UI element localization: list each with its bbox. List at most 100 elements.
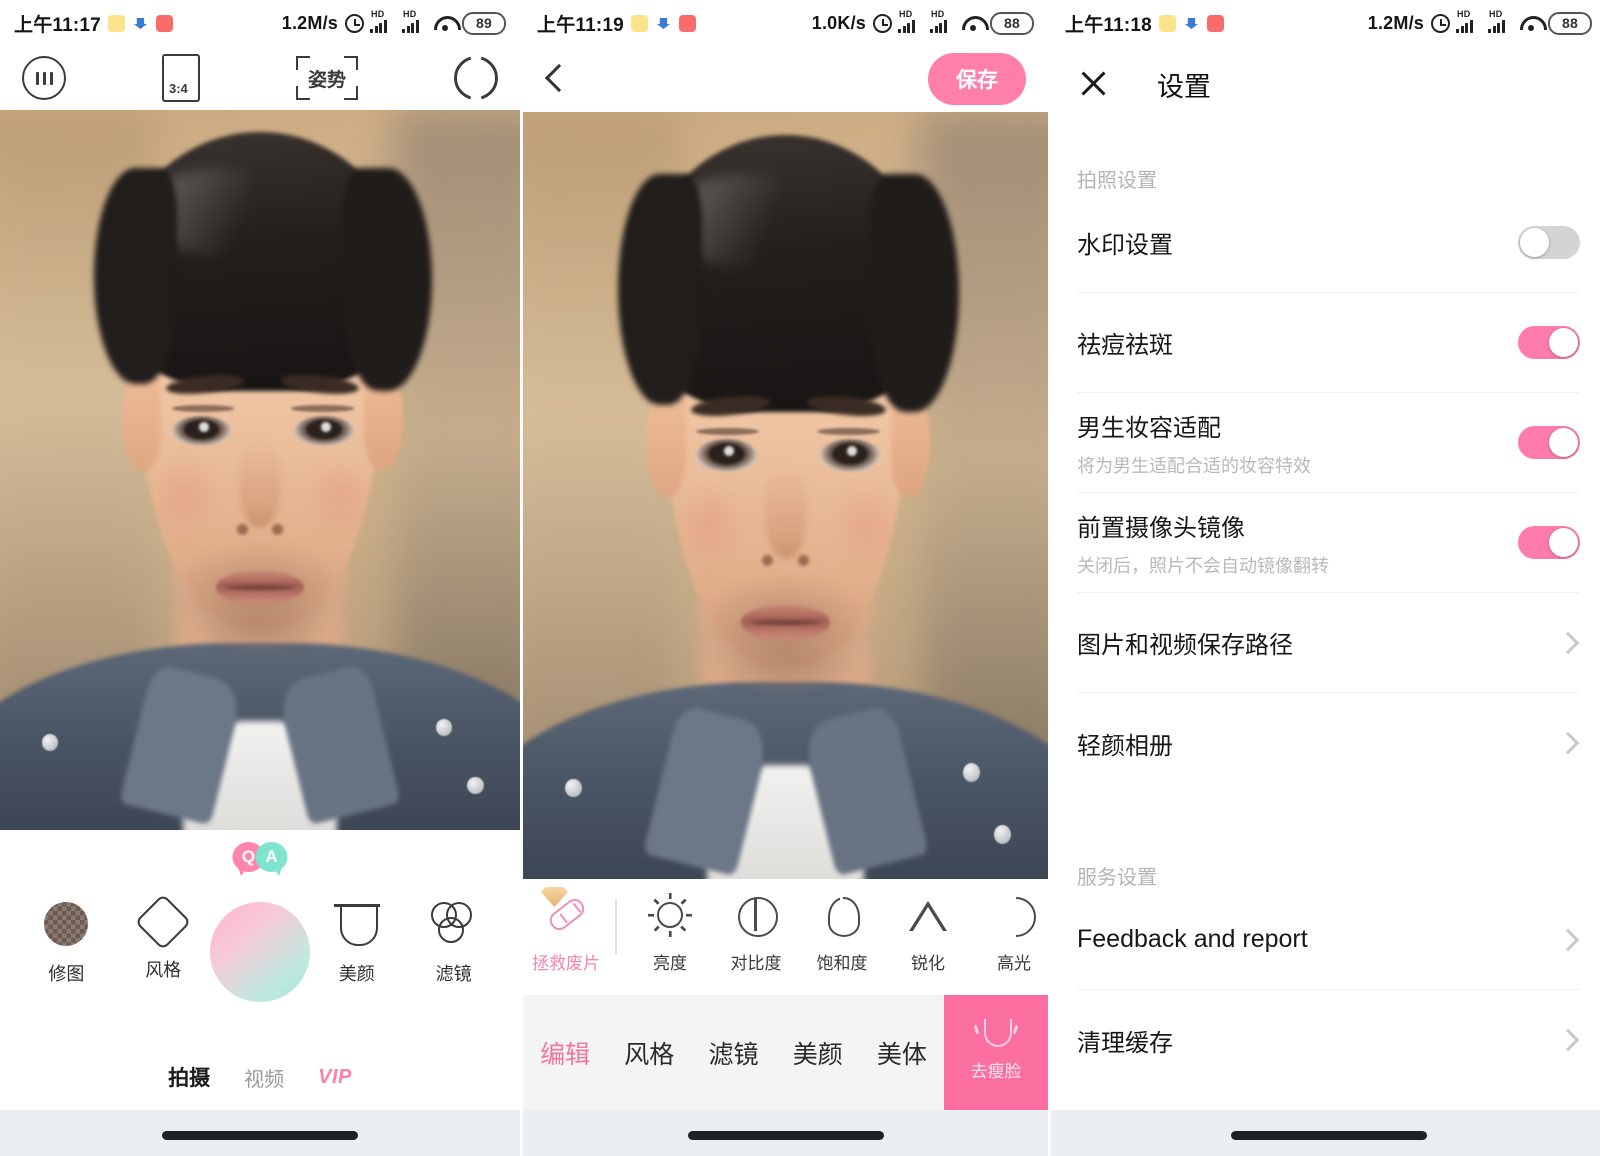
camera-action-label: 修图 [48, 964, 85, 984]
qa-a-bubble: A [255, 842, 288, 872]
flip-camera-icon[interactable] [454, 56, 498, 100]
setting-row-acne-removal[interactable]: 祛痘祛斑 [1077, 293, 1580, 393]
setting-row-clear-cache[interactable]: 清理缓存 [1077, 990, 1580, 1090]
shutter-button[interactable] [209, 902, 310, 1002]
network-speed: 1.2M/s [281, 12, 338, 33]
row-title: 水印设置 [1077, 232, 1173, 259]
tab-edit[interactable]: 编辑 [523, 1035, 607, 1071]
toggle-male-makeup[interactable] [1518, 426, 1580, 459]
tab-beauty[interactable]: 美颜 [776, 1035, 860, 1071]
setting-row-watermark[interactable]: 水印设置 [1077, 193, 1580, 293]
status-bar-editor: 上午11:19 1.0K/s HD HD 88 [523, 0, 1048, 46]
row-text: 清理缓存 [1077, 1023, 1560, 1058]
setting-row-save-path[interactable]: 图片和视频保存路径 [1077, 593, 1580, 693]
slim-face-icon [973, 1019, 1019, 1049]
chevron-left-icon[interactable] [545, 62, 565, 96]
status-left: 上午11:19 [537, 10, 696, 37]
close-icon[interactable] [1079, 69, 1109, 99]
setting-row-feedback[interactable]: Feedback and report [1077, 890, 1580, 990]
row-title: 图片和视频保存路径 [1077, 632, 1293, 659]
status-time: 上午11:19 [537, 14, 624, 36]
tool-label: 亮度 [653, 954, 687, 973]
camera-toolbar: 3:4 姿势 [0, 46, 520, 110]
tool-label: 饱和度 [816, 954, 868, 973]
camera-settings-icon[interactable] [22, 56, 66, 100]
row-text: 前置摄像头镜像 关闭后，照片不会自动镜像翻转 [1077, 508, 1518, 578]
chevron-right-icon [1556, 731, 1580, 755]
tool-divider [615, 899, 617, 955]
tool-label: 对比度 [730, 954, 782, 973]
home-indicator[interactable] [687, 1131, 884, 1140]
camera-shutter[interactable] [209, 902, 310, 1002]
wifi-icon [434, 14, 456, 32]
row-title: 男生妆容适配 [1077, 414, 1221, 442]
status-bar-camera: 上午11:17 1.2M/s HD HD 89 [0, 0, 520, 46]
beauty-face-icon [333, 902, 380, 946]
portrait-image [523, 112, 1048, 882]
aspect-ratio-button[interactable]: 3:4 [162, 54, 200, 102]
home-indicator[interactable] [1230, 1131, 1427, 1140]
wifi-icon [1520, 14, 1542, 32]
tab-video[interactable]: 视频 [244, 1063, 284, 1092]
signal-hd-icon: HD [370, 10, 396, 33]
status-left: 上午11:17 [14, 10, 173, 37]
battery-icon: 88 [990, 11, 1034, 35]
tool-highlight[interactable]: 高光 [971, 893, 1048, 974]
camera-action-label: 风格 [145, 960, 182, 980]
note-icon [630, 14, 648, 32]
camera-action-filter[interactable]: 滤镜 [411, 902, 497, 986]
tool-rescue-photo[interactable]: 拯救废片 [523, 887, 609, 974]
slim-face-label: 去瘦脸 [970, 1062, 1022, 1081]
tab-capture[interactable]: 拍摄 [168, 1062, 210, 1092]
pose-button[interactable]: 姿势 [296, 54, 358, 102]
save-button[interactable]: 保存 [928, 53, 1026, 105]
cloud-icon [1182, 14, 1200, 32]
tab-style[interactable]: 风格 [607, 1035, 691, 1071]
note-icon [1158, 14, 1176, 32]
tab-vip[interactable]: VIP [318, 1066, 352, 1089]
toggle-acne-removal[interactable] [1518, 326, 1580, 359]
status-right: 1.0K/s HD HD 88 [812, 10, 1034, 35]
camera-bottom-bar: Q A 修图 风格 美颜 滤镜 拍摄 视频 VIP [0, 830, 520, 1156]
tool-saturation[interactable]: 饱和度 [799, 893, 885, 974]
tool-contrast[interactable]: 对比度 [713, 893, 799, 974]
row-title: Feedback and report [1077, 925, 1308, 953]
status-right: 1.2M/s HD HD 89 [281, 10, 506, 35]
editor-preview[interactable] [523, 112, 1048, 882]
tool-brightness[interactable]: 亮度 [627, 893, 713, 974]
slim-face-button[interactable]: 去瘦脸 [944, 995, 1048, 1110]
setting-row-front-mirror[interactable]: 前置摄像头镜像 关闭后，照片不会自动镜像翻转 [1077, 493, 1580, 593]
row-title: 祛痘祛斑 [1077, 332, 1173, 359]
editor-tool-row: 拯救废片 亮度 对比度 饱和度 锐化 高光 [523, 879, 1048, 995]
camera-action-style[interactable]: 风格 [120, 893, 206, 982]
settings-list[interactable]: 拍照设置 水印设置 祛痘祛斑 男生妆容适配 将为男生适配合适的妆容特效 前置摄像… [1051, 122, 1600, 1110]
toggle-watermark[interactable] [1518, 226, 1580, 259]
alarm-icon [345, 13, 364, 33]
tab-filter[interactable]: 滤镜 [691, 1035, 775, 1071]
home-indicator-area [0, 1110, 520, 1156]
panel-editor: 上午11:19 1.0K/s HD HD 88 保存 拯救废片 亮度 对比度 饱… [523, 0, 1048, 1156]
row-title: 前置摄像头镜像 [1077, 514, 1245, 542]
network-speed: 1.2M/s [1367, 12, 1424, 33]
cloud-icon [654, 14, 672, 32]
setting-row-male-makeup[interactable]: 男生妆容适配 将为男生适配合适的妆容特效 [1077, 393, 1580, 493]
bandage-icon [541, 887, 589, 937]
camera-preview[interactable] [0, 110, 520, 830]
tool-label: 锐化 [911, 954, 945, 973]
tool-sharpen[interactable]: 锐化 [885, 893, 971, 974]
app-icon [155, 14, 173, 32]
camera-action-retouch[interactable]: 修图 [23, 902, 109, 986]
qa-badge[interactable]: Q A [232, 842, 288, 872]
row-subtitle: 关闭后，照片不会自动镜像翻转 [1077, 555, 1329, 576]
toggle-knob [1549, 328, 1578, 357]
camera-action-beauty[interactable]: 美颜 [314, 902, 400, 986]
home-indicator[interactable] [162, 1131, 358, 1140]
tab-body[interactable]: 美体 [860, 1035, 944, 1071]
toggle-knob [1549, 428, 1578, 457]
setting-row-album[interactable]: 轻颜相册 [1077, 693, 1580, 793]
alarm-icon [1431, 13, 1450, 33]
toggle-front-mirror[interactable] [1518, 526, 1580, 559]
row-text: 祛痘祛斑 [1077, 325, 1518, 360]
settings-header: 设置 [1051, 46, 1600, 122]
row-subtitle: 将为男生适配合适的妆容特效 [1077, 455, 1311, 476]
